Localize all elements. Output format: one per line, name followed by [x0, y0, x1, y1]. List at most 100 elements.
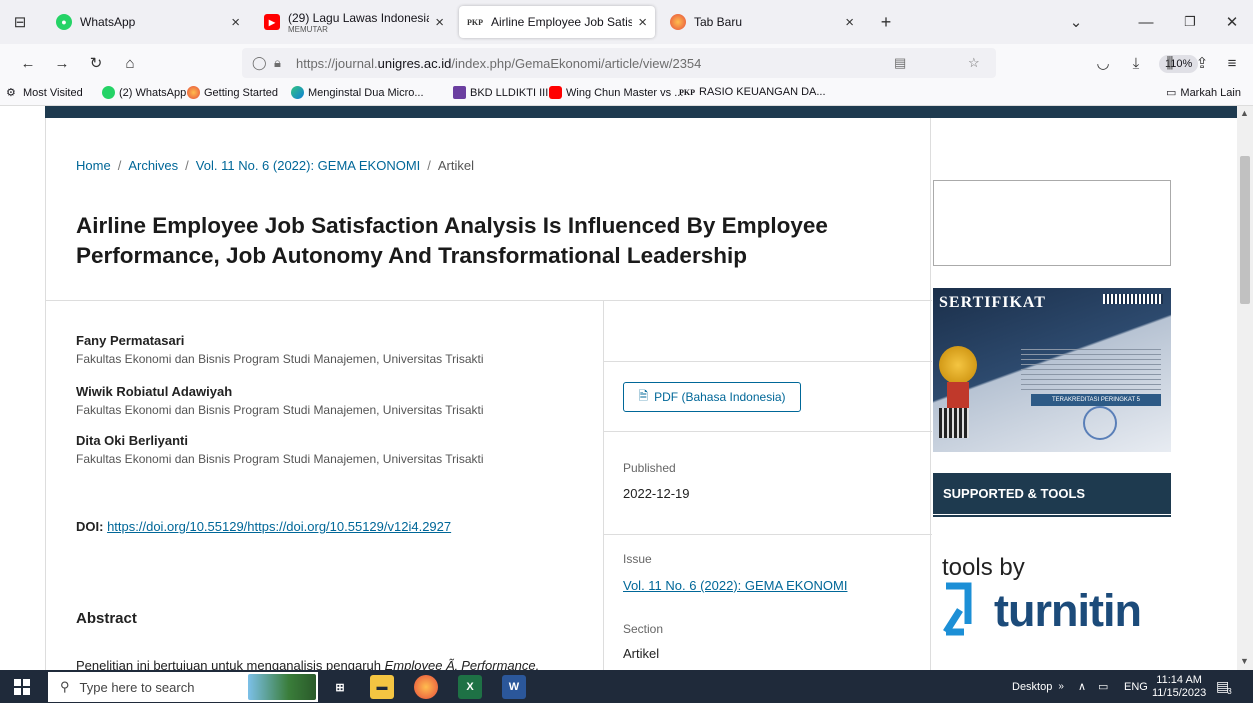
author-entry: Dita Oki Berliyanti Fakultas Ekonomi dan… — [76, 433, 484, 466]
search-icon: ⚲ — [60, 679, 70, 694]
scrollbar-thumb[interactable] — [1240, 156, 1250, 304]
breadcrumb-home-link[interactable]: Home — [76, 158, 111, 173]
issue-label: Issue — [623, 552, 652, 566]
pkp-icon: PKP — [679, 87, 695, 97]
doi-link[interactable]: https://doi.org/10.55129/https://doi.org… — [107, 519, 451, 534]
firefox-icon — [187, 86, 200, 99]
divider — [603, 431, 932, 432]
search-highlight-image — [248, 674, 316, 700]
scroll-down-icon[interactable]: ▼ — [1240, 656, 1249, 666]
windows-start-icon[interactable] — [14, 679, 30, 695]
close-tab-icon[interactable]: × — [231, 14, 240, 31]
tab-overview-icon[interactable]: ⊟ — [10, 12, 30, 32]
section-value: Artikel — [623, 646, 660, 661]
bookmark-menginstal[interactable]: Menginstal Dua Micro... — [291, 86, 424, 99]
address-bar[interactable]: ◯ 🔒︎ https://journal.unigres.ac.id/index… — [242, 48, 1199, 78]
minimize-icon[interactable]: — — [1136, 12, 1156, 32]
tab-new[interactable]: Tab Baru × — [662, 6, 862, 38]
home-icon[interactable]: ⌂ — [120, 53, 140, 73]
tab-whatsapp[interactable]: ● WhatsApp × — [48, 6, 248, 38]
tab-label: (29) Lagu Lawas Indonesia Terb — [288, 10, 430, 25]
notification-center-icon[interactable]: ▤ 3 — [1216, 670, 1232, 703]
author-affiliation: Fakultas Ekonomi dan Bisnis Program Stud… — [76, 452, 484, 466]
gear-icon: ⚙ — [6, 87, 16, 99]
taskbar-search-box[interactable]: ⚲ Type here to search — [48, 672, 318, 702]
abstract-text: Penelitian ini bertujuan untuk menganali… — [76, 658, 540, 670]
supported-tools-heading: SUPPORTED & TOOLS — [933, 473, 1171, 517]
desktop-toolbar[interactable]: Desktop» — [1012, 670, 1064, 703]
close-window-icon[interactable]: ✕ — [1222, 12, 1242, 32]
navigation-bar: ← → ↻ ⌂ ◯ 🔒︎ https://journal.unigres.ac.… — [0, 44, 1253, 82]
certificate-image[interactable]: SERTIFIKAT TERAKREDITASI PERINGKAT 5 — [933, 288, 1171, 452]
back-icon[interactable]: ← — [18, 53, 38, 73]
tracking-shield-icon[interactable]: ◯ — [252, 55, 268, 71]
doi: DOI: https://doi.org/10.55129/https://do… — [76, 519, 451, 534]
youtube-icon — [549, 86, 562, 99]
bookmark-other[interactable]: ▭ Markah Lain — [1166, 86, 1241, 100]
bkd-icon — [453, 86, 466, 99]
tab-bar: ⊟ ● WhatsApp × ▶ (29) Lagu Lawas Indones… — [0, 0, 1253, 44]
close-tab-icon[interactable]: × — [638, 14, 647, 31]
page-content: Home / Archives / Vol. 11 No. 6 (2022): GEMA… — [0, 106, 1253, 670]
bookmark-most-visited[interactable]: ⚙ Most Visited — [6, 86, 83, 100]
reload-icon[interactable]: ↻ — [86, 53, 106, 73]
library-icon[interactable]: ⫼ — [1160, 53, 1180, 73]
tab-article[interactable]: PKP Airline Employee Job Satisfactio × — [459, 6, 655, 38]
lock-icon[interactable]: 🔒︎ — [274, 55, 290, 71]
youtube-icon: ▶ — [264, 14, 280, 30]
bookmark-star-icon[interactable]: ☆ — [968, 55, 980, 71]
network-icon[interactable]: ▭ — [1098, 670, 1108, 703]
language-indicator[interactable]: ENG — [1124, 670, 1148, 703]
divider — [603, 361, 932, 362]
edge-icon — [291, 86, 304, 99]
pdf-download-button[interactable]: 🗎 PDF (Bahasa Indonesia) — [623, 382, 801, 412]
notification-count: 3 — [1227, 687, 1232, 696]
page-scrollbar[interactable]: ▲ ▼ — [1237, 106, 1253, 670]
author-name: Fany Permatasari — [76, 333, 185, 348]
show-hidden-icons[interactable]: ∧ — [1078, 670, 1086, 703]
word-icon[interactable]: W — [502, 675, 526, 699]
menu-icon[interactable]: ≡ — [1222, 53, 1242, 73]
file-explorer-icon[interactable]: ▬ — [370, 675, 394, 699]
list-tabs-icon[interactable]: ⌄ — [1066, 12, 1086, 32]
sidebar-empty-box — [933, 180, 1171, 266]
certificate-title: SERTIFIKAT — [939, 294, 1046, 311]
bookmark-wing-chun[interactable]: Wing Chun Master vs ... — [549, 86, 683, 99]
tab-label: Airline Employee Job Satisfactio — [491, 15, 633, 29]
chevron-right-icon: » — [1058, 681, 1064, 692]
bookmark-rasio[interactable]: PKP RASIO KEUANGAN DA... — [679, 86, 826, 98]
forward-icon[interactable]: → — [52, 53, 72, 73]
folder-icon: ▭ — [1166, 87, 1177, 99]
scroll-up-icon[interactable]: ▲ — [1240, 108, 1249, 118]
ribbon-icon — [947, 382, 969, 408]
bookmark-bkd[interactable]: BKD LLDIKTI III — [453, 86, 548, 99]
author-name: Dita Oki Berliyanti — [76, 433, 188, 448]
whatsapp-icon — [102, 86, 115, 99]
downloads-icon[interactable]: ⤓ — [1126, 53, 1146, 73]
barcode-graphic — [1103, 294, 1163, 304]
pocket-icon[interactable]: ◡ — [1093, 53, 1113, 73]
tab-youtube[interactable]: ▶ (29) Lagu Lawas Indonesia Terb MEMUTAR… — [256, 6, 452, 38]
share-icon[interactable]: ⇪ — [1192, 53, 1212, 73]
breadcrumb-archives-link[interactable]: Archives — [128, 158, 178, 173]
divider — [603, 534, 932, 535]
restore-icon[interactable]: ❐ — [1180, 12, 1200, 32]
new-tab-icon[interactable]: + — [876, 12, 896, 32]
firefox-taskbar-icon[interactable] — [414, 675, 438, 699]
author-affiliation: Fakultas Ekonomi dan Bisnis Program Stud… — [76, 403, 484, 417]
author-entry: Fany Permatasari Fakultas Ekonomi dan Bi… — [76, 333, 484, 366]
issue-link[interactable]: Vol. 11 No. 6 (2022): GEMA EKONOMI — [623, 578, 847, 593]
breadcrumb-issue-link[interactable]: Vol. 11 No. 6 (2022): GEMA EKONOMI — [196, 158, 420, 173]
close-tab-icon[interactable]: × — [845, 14, 854, 31]
certificate-text-lines — [1021, 348, 1161, 390]
turnitin-logo[interactable]: turnitin — [940, 582, 1142, 640]
close-tab-icon[interactable]: × — [435, 14, 444, 31]
excel-icon[interactable]: X — [458, 675, 482, 699]
bookmark-whatsapp[interactable]: (2) WhatsApp — [102, 86, 186, 99]
reader-view-icon[interactable]: ▤ — [894, 55, 906, 71]
url-text[interactable]: https://journal.unigres.ac.id/index.php/… — [296, 56, 701, 71]
task-view-icon[interactable]: ⊞ — [328, 675, 352, 699]
tab-playing-label: MEMUTAR — [288, 24, 328, 34]
bookmark-getting-started[interactable]: Getting Started — [187, 86, 278, 99]
clock[interactable]: 11:14 AM 11/15/2023 — [1152, 670, 1206, 703]
